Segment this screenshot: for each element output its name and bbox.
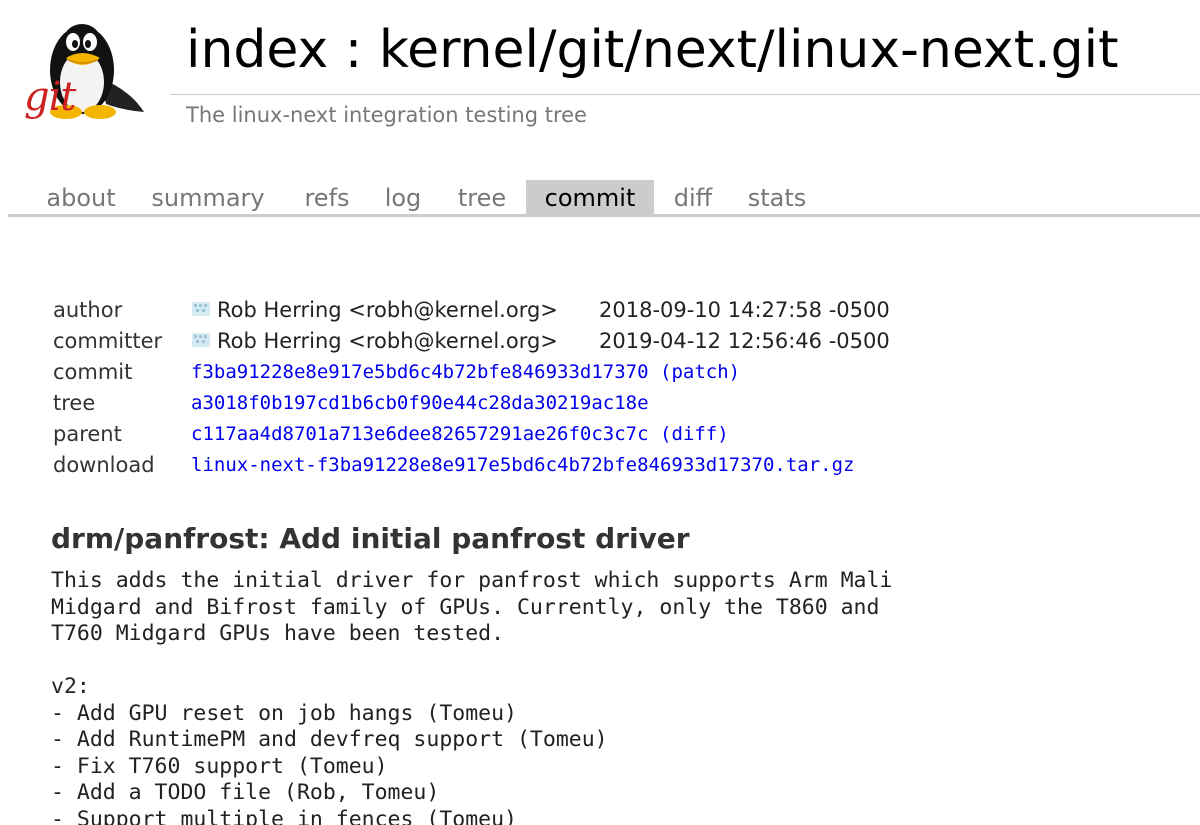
message-line: - Add RuntimePM and devfreq support (Tom…: [51, 727, 608, 752]
download-tarball-link[interactable]: linux-next-f3ba91228e8e917e5bd6c4b72bfe8…: [191, 454, 854, 476]
paren-close: ): [728, 361, 741, 383]
download-label: download: [53, 453, 155, 477]
message-line: - Fix T760 support (Tomeu): [51, 753, 388, 779]
commit-message: This adds the initial driver for panfros…: [51, 568, 892, 825]
committer-date: 2019-04-12 12:56:46 -0500: [599, 329, 890, 353]
committer-value: Rob Herring <robh@kernel.org>: [191, 326, 558, 357]
message-line: v2:: [51, 674, 90, 699]
tab-stats[interactable]: stats: [742, 180, 812, 214]
tab-summary[interactable]: summary: [148, 180, 268, 214]
diff-link[interactable]: diff: [671, 423, 717, 445]
tab-refs[interactable]: refs: [298, 180, 356, 214]
tab-tree[interactable]: tree: [452, 180, 512, 214]
message-line: - Support multiple in fences (Tomeu): [51, 806, 517, 825]
paren-open: (: [660, 423, 672, 445]
parent-hash-link[interactable]: c117aa4d8701a713e6dee82657291ae26f0c3c7c: [191, 423, 649, 445]
commit-value: f3ba91228e8e917e5bd6c4b72bfe846933d17370…: [191, 357, 740, 388]
git-logo[interactable]: git: [22, 8, 147, 128]
tree-hash-link[interactable]: a3018f0b197cd1b6cb0f90e44c28da30219ac18e: [191, 392, 649, 414]
author-date: 2018-09-10 14:27:58 -0500: [599, 298, 890, 322]
avatar-icon: [191, 297, 211, 317]
avatar-icon: [191, 328, 211, 348]
paren-close: ): [717, 423, 729, 445]
paren-open: (: [660, 361, 672, 383]
committer-name: Rob Herring <robh@kernel.org>: [217, 329, 558, 353]
message-line: This adds the initial driver for panfros…: [51, 568, 893, 593]
tree-label: tree: [53, 391, 96, 415]
patch-link[interactable]: patch: [671, 361, 728, 383]
commit-hash-link[interactable]: f3ba91228e8e917e5bd6c4b72bfe846933d17370: [191, 361, 649, 383]
parent-value: c117aa4d8701a713e6dee82657291ae26f0c3c7c…: [191, 419, 729, 450]
message-line: - Add a TODO file (Rob, Tomeu): [51, 780, 440, 805]
parent-label: parent: [53, 422, 122, 446]
tab-bar: about summary refs log tree commit diff …: [8, 180, 1200, 217]
author-name: Rob Herring <robh@kernel.org>: [217, 298, 558, 322]
repo-description: The linux-next integration testing tree: [186, 103, 587, 127]
commit-subject: drm/panfrost: Add initial panfrost drive…: [51, 522, 690, 555]
git-logo-text: git: [24, 74, 76, 120]
title-divider: [170, 94, 1200, 95]
page: git index : kernel/git/next/linux-next.g…: [0, 0, 1200, 825]
message-line: T760 Midgard GPUs have been tested.: [51, 621, 505, 646]
author-value: Rob Herring <robh@kernel.org>: [191, 295, 558, 326]
tree-value: a3018f0b197cd1b6cb0f90e44c28da30219ac18e: [191, 388, 649, 419]
tab-commit[interactable]: commit: [526, 180, 654, 214]
commit-label: commit: [53, 360, 133, 384]
message-line: - Add GPU reset on job hangs (Tomeu): [51, 700, 517, 726]
download-value: linux-next-f3ba91228e8e917e5bd6c4b72bfe8…: [191, 450, 854, 481]
author-label: author: [53, 298, 123, 322]
tab-about[interactable]: about: [38, 180, 124, 214]
committer-label: committer: [53, 329, 163, 353]
tab-diff[interactable]: diff: [668, 180, 718, 214]
page-title: index : kernel/git/next/linux-next.git: [186, 20, 1119, 80]
message-line: Midgard and Bifrost family of GPUs. Curr…: [51, 594, 880, 620]
tab-log[interactable]: log: [380, 180, 426, 214]
